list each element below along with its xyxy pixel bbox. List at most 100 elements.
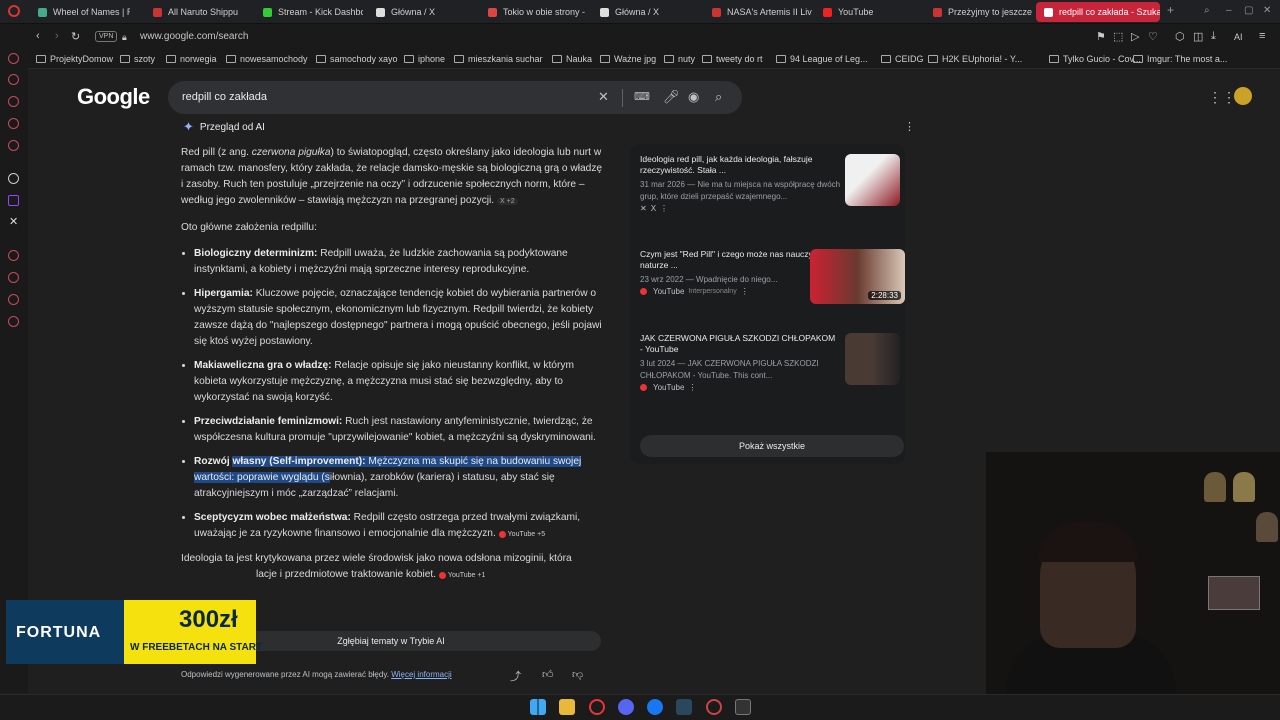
twitch-icon[interactable] <box>8 195 19 206</box>
bookmark-item[interactable]: samochody xayo <box>316 54 398 64</box>
thumbs-down-icon[interactable]: 👎︎ <box>572 668 583 681</box>
back-icon[interactable]: ‹ <box>36 30 40 42</box>
x-icon[interactable]: ✕ <box>9 215 18 228</box>
source-card[interactable]: Czym jest "Red Pill" i czego może nas na… <box>640 249 905 304</box>
search-tabs-icon[interactable]: ⌕ <box>1204 5 1210 16</box>
lock-icon: 🔒︎ <box>122 32 127 42</box>
heart-icon[interactable]: ♡ <box>1148 30 1158 43</box>
screen: Wheel of Names | Ran All Naruto Shippu Str… <box>0 0 1280 720</box>
source-card[interactable]: JAK CZERWONA PIGUŁA SZKODZI CHŁOPAKOM - … <box>640 333 900 392</box>
thumbs-up-icon[interactable]: 👍︎ <box>542 668 554 681</box>
browser-tab[interactable]: Stream - Kick Dashbo <box>255 2 363 22</box>
browser-tab[interactable]: Główna / X <box>592 2 700 22</box>
sidebar-icon[interactable] <box>8 272 19 283</box>
reload-icon[interactable]: ↻ <box>71 30 80 43</box>
browser-tab[interactable]: Tokio w obie strony - <box>480 2 588 22</box>
vpn-badge[interactable]: VPN <box>95 31 118 42</box>
sidebar-icon[interactable] <box>8 118 19 129</box>
bookmark-item[interactable]: Ważne jpg <box>600 54 656 64</box>
bookmark-item[interactable]: Tylko Gucio - Cov... <box>1049 54 1141 64</box>
more-icon[interactable]: ⋮ <box>741 287 749 296</box>
facebook-icon[interactable] <box>647 699 663 715</box>
bookmark-item[interactable]: 94 League of Leg... <box>776 54 868 64</box>
opera-taskbar-icon[interactable] <box>589 699 605 715</box>
player-icon[interactable]: ▷ <box>1131 30 1139 43</box>
folder-icon <box>664 55 674 63</box>
opera-icon[interactable] <box>8 5 20 17</box>
close-icon[interactable]: ✕ <box>1263 5 1271 16</box>
share-icon[interactable]: ⤴ <box>510 668 521 684</box>
ai-button[interactable]: AI <box>1234 32 1243 42</box>
minimize-icon[interactable]: – <box>1226 5 1232 16</box>
clear-icon[interactable]: ✕ <box>598 89 609 105</box>
bookmark-item[interactable]: iphone <box>404 54 445 64</box>
sidebar-icon[interactable] <box>8 140 19 151</box>
google-logo[interactable]: Google <box>77 84 150 110</box>
apps-icon[interactable]: ⋮⋮ <box>1208 89 1236 106</box>
show-all-button[interactable]: Pokaż wszystkie <box>640 435 904 457</box>
sidebar-icon[interactable] <box>8 173 19 184</box>
url-field[interactable]: www.google.com/search <box>140 31 248 42</box>
source-chip[interactable]: X +2 <box>497 198 518 205</box>
browser-tab[interactable]: Główna / X <box>368 2 476 22</box>
snapshot-icon[interactable]: ⬚ <box>1113 30 1123 43</box>
browser-tab[interactable]: redpill co zakłada - Szukaj <box>1036 2 1160 22</box>
bookmark-item[interactable]: Imgur: The most a... <box>1133 54 1227 64</box>
bookmark-item[interactable]: nuty <box>664 54 695 64</box>
more-icon[interactable]: ⋮ <box>688 383 696 392</box>
discord-icon[interactable] <box>618 699 634 715</box>
source-chip[interactable]: YouTube +1 <box>438 571 485 579</box>
bookmark-label: Imgur: The most a... <box>1147 54 1228 64</box>
bookmark-item[interactable]: nowesamochody <box>226 54 308 64</box>
bookmark-item[interactable]: ProjektyDomow <box>36 54 113 64</box>
new-tab-button[interactable]: + <box>1167 3 1174 17</box>
sidebar-icon[interactable] <box>8 96 19 107</box>
wallet-icon[interactable]: ◫ <box>1193 30 1203 43</box>
bookmark-item[interactable]: szoty <box>120 54 155 64</box>
steam-icon[interactable] <box>676 699 692 715</box>
file-explorer-icon[interactable] <box>559 699 575 715</box>
more-info-link[interactable]: Więcej informacji <box>391 670 451 679</box>
more-icon[interactable]: ⋮ <box>660 204 668 213</box>
bookmark-label: Nauka <box>566 54 593 64</box>
mic-icon[interactable]: 🎤︎ <box>663 89 680 105</box>
keyboard-icon[interactable]: ⌨ <box>634 90 650 103</box>
forward-icon[interactable]: › <box>55 30 59 42</box>
bookmark-item[interactable]: tweety do rt <box>702 54 763 64</box>
bookmark-item[interactable]: Nauka <box>552 54 592 64</box>
sidebar-icon[interactable] <box>8 53 19 64</box>
browser-tab[interactable]: Przeżyjmy to jeszcze <box>925 2 1033 22</box>
account-avatar[interactable] <box>1234 87 1252 105</box>
sidebar-icon[interactable] <box>8 294 19 305</box>
browser-tab[interactable]: Wheel of Names | Ran <box>30 2 130 22</box>
source-chip[interactable]: YouTube +5 <box>498 530 545 538</box>
search-box[interactable]: redpill co zakłada ✕ ⌨ 🎤︎ ◉ ⌕ <box>168 81 742 114</box>
search-query[interactable]: redpill co zakłada <box>182 91 267 103</box>
sidebar-icon[interactable] <box>8 74 19 85</box>
source-desc: 31 mar 2026 — Nie ma tu miejsca na współ… <box>640 180 841 201</box>
download-icon[interactable]: ⤓ <box>1211 30 1216 43</box>
browser-tab[interactable]: All Naruto Shippu <box>145 2 250 22</box>
browser-tab[interactable]: YouTube <box>815 2 923 22</box>
more-options-icon[interactable]: ⋮ <box>904 120 915 133</box>
sidebar-icon[interactable] <box>8 250 19 261</box>
bookmark-item[interactable]: mieszkania suchar <box>454 54 543 64</box>
terminal-icon[interactable] <box>735 699 751 715</box>
search-icon[interactable]: ⌕ <box>715 89 722 105</box>
address-bar: ‹ › ↻ VPN 🔒︎ www.google.com/search ⚑ ⬚ ▷… <box>0 24 1280 51</box>
video-thumbnail[interactable]: 2:28:33 <box>810 249 905 304</box>
maximize-icon[interactable]: ▢ <box>1244 5 1253 16</box>
bookmark-item[interactable]: H2K EUphoria! - Y... <box>928 54 1022 64</box>
sidebar: ✕ <box>0 43 28 693</box>
bookmark-item[interactable]: norwegia <box>166 54 217 64</box>
bookmark-icon[interactable]: ⚑ <box>1096 30 1106 43</box>
menu-icon[interactable]: ≡ <box>1259 30 1265 42</box>
settings-icon[interactable] <box>8 316 19 327</box>
extensions-icon[interactable]: ⬡ <box>1175 30 1185 43</box>
bookmark-item[interactable]: CEIDG <box>881 54 924 64</box>
browser-tab[interactable]: NASA's Artemis II Live <box>704 2 812 22</box>
windows-start-icon[interactable] <box>530 699 546 715</box>
source-card[interactable]: Ideologia red pill, jak każda ideologia,… <box>640 154 900 213</box>
lens-icon[interactable]: ◉ <box>688 89 699 105</box>
app-icon[interactable] <box>706 699 722 715</box>
